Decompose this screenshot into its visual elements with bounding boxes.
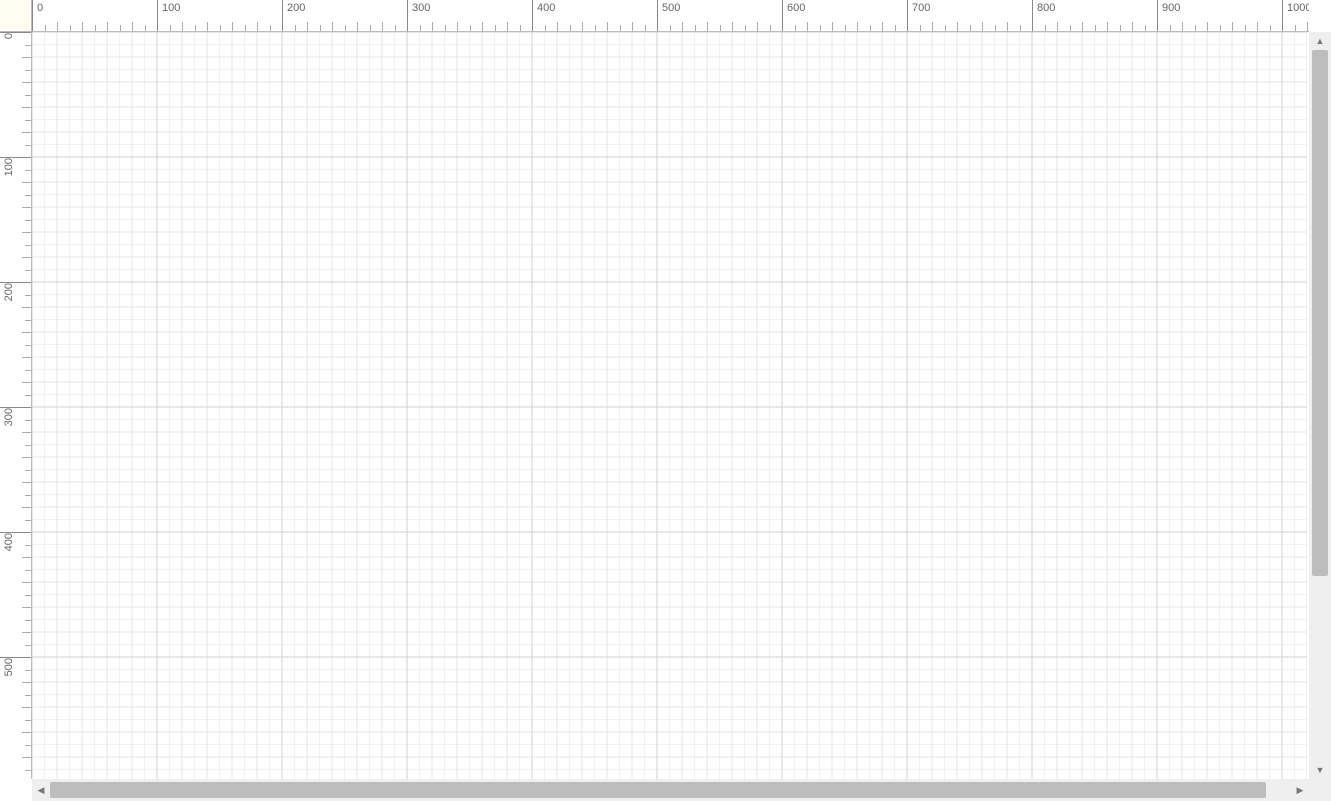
ruler-v-label: 100 xyxy=(3,158,15,176)
design-canvas-app: 0 100 200 300 400 500 600 700 800 900 1000 0 100 200… xyxy=(0,0,1331,801)
scrollbar-corner xyxy=(1309,779,1331,801)
ruler-v-label: 500 xyxy=(3,658,15,676)
vertical-scroll-thumb[interactable] xyxy=(1312,50,1328,576)
arrow-up-icon: ▲ xyxy=(1316,36,1325,46)
ruler-v-label: 200 xyxy=(3,283,15,301)
ruler-h-label: 300 xyxy=(412,2,430,14)
vertical-scroll-track[interactable] xyxy=(1312,50,1328,761)
ruler-h-label: 800 xyxy=(1037,2,1055,14)
horizontal-ruler[interactable]: 0 100 200 300 400 500 600 700 800 900 1000 xyxy=(32,0,1309,32)
arrow-down-icon: ▼ xyxy=(1316,765,1325,775)
scroll-up-button[interactable]: ▲ xyxy=(1309,32,1331,50)
ruler-h-label: 200 xyxy=(287,2,305,14)
vertical-ruler[interactable]: 0100200300400500600 xyxy=(0,32,32,779)
vertical-scrollbar[interactable]: ▲ ▼ xyxy=(1309,32,1331,779)
arrow-left-icon: ◀ xyxy=(38,785,45,796)
horizontal-scroll-thumb[interactable] xyxy=(50,782,1266,798)
horizontal-scroll-track[interactable] xyxy=(50,782,1291,798)
ruler-h-label: 0 xyxy=(37,2,43,14)
scroll-down-button[interactable]: ▼ xyxy=(1309,761,1331,779)
ruler-h-label: 700 xyxy=(912,2,930,14)
ruler-h-label: 600 xyxy=(787,2,805,14)
ruler-v-label: 300 xyxy=(3,408,15,426)
canvas-grid xyxy=(32,32,1307,779)
scroll-left-button[interactable]: ◀ xyxy=(32,779,50,801)
ruler-h-label: 900 xyxy=(1162,2,1180,14)
ruler-v-label: 400 xyxy=(3,533,15,551)
ruler-h-label: 1000 xyxy=(1287,2,1309,14)
ruler-corner xyxy=(0,0,32,32)
ruler-v-label: 0 xyxy=(3,33,15,39)
arrow-right-icon: ▶ xyxy=(1297,785,1304,796)
ruler-h-label: 400 xyxy=(537,2,555,14)
scroll-right-button[interactable]: ▶ xyxy=(1291,779,1309,801)
ruler-h-label: 100 xyxy=(162,2,180,14)
horizontal-scrollbar[interactable]: ◀ ▶ xyxy=(32,779,1309,801)
canvas[interactable] xyxy=(32,32,1309,779)
ruler-h-label: 500 xyxy=(662,2,680,14)
